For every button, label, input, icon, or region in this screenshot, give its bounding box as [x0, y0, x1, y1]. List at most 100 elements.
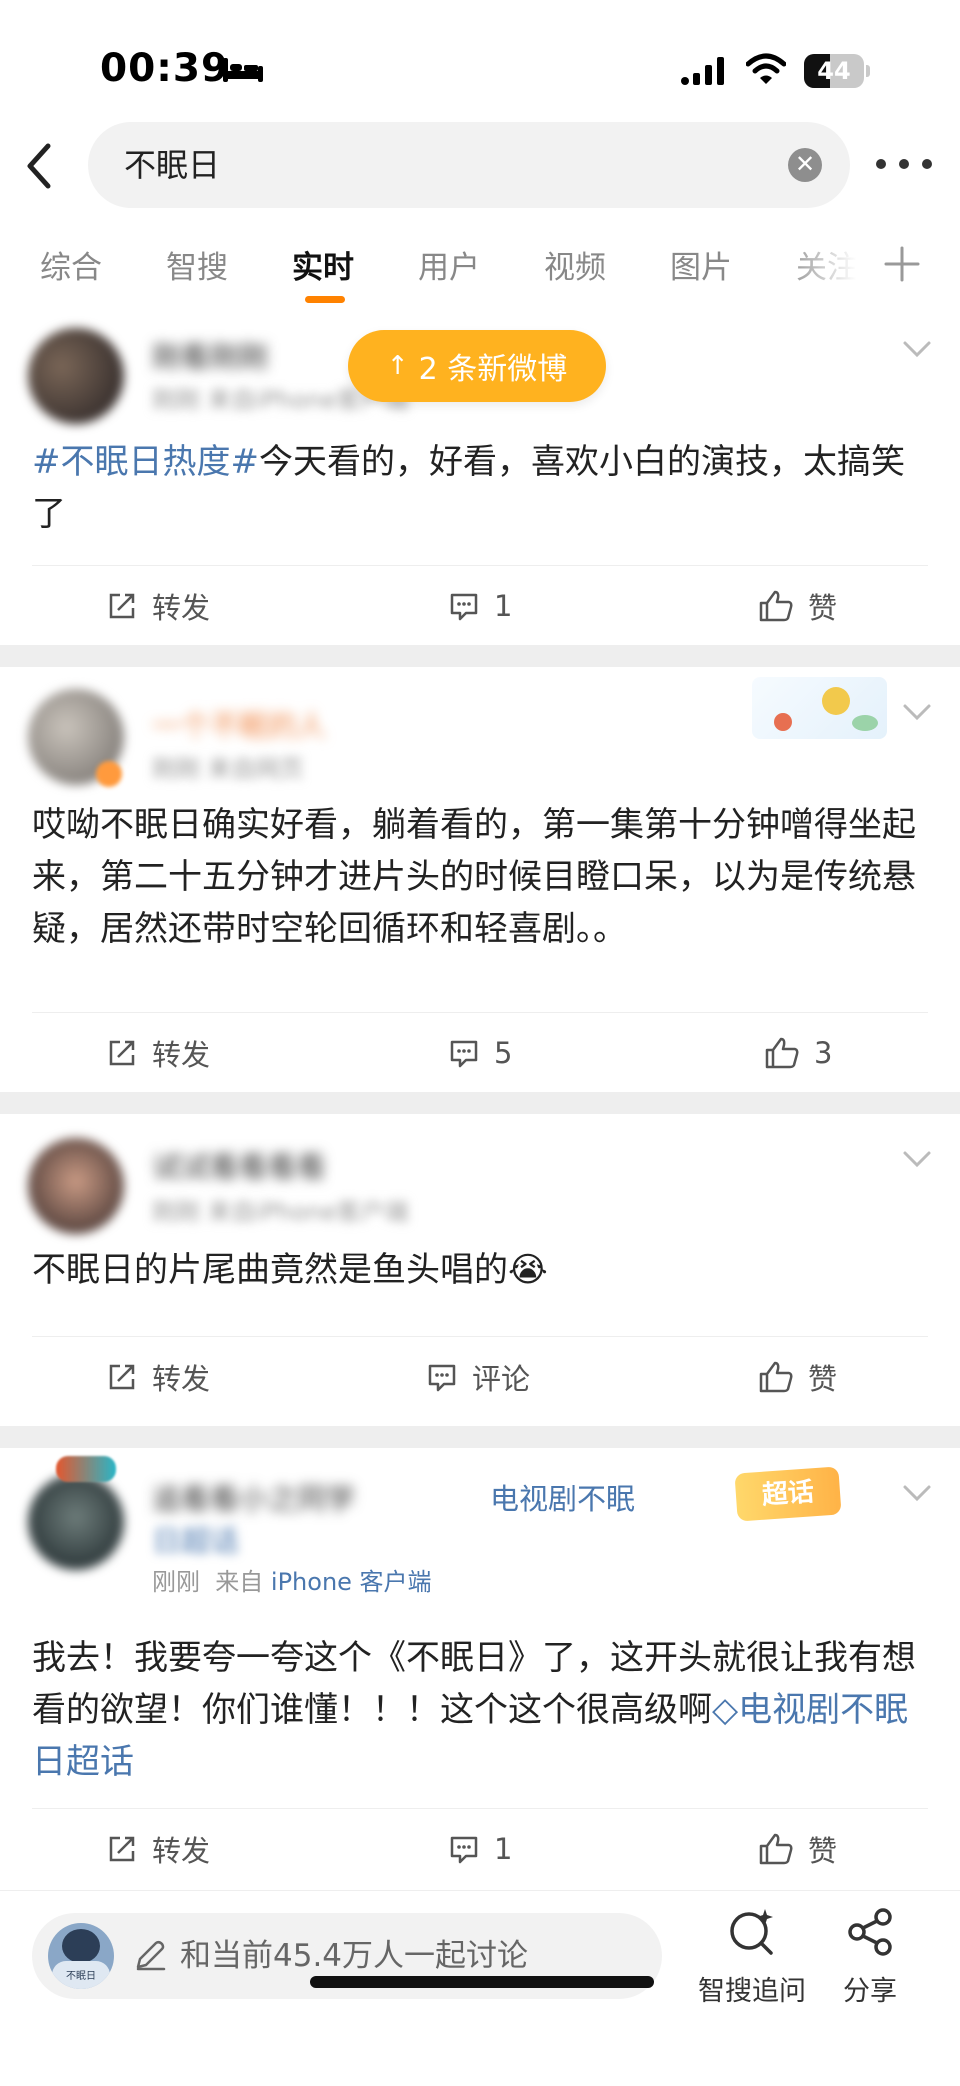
repost-button[interactable]: 转发 [106, 1337, 210, 1417]
repost-label: 转发 [152, 1038, 211, 1072]
avatar[interactable] [28, 1138, 124, 1234]
comment-count: 1 [494, 1832, 513, 1866]
card-decoration-image [752, 677, 887, 739]
pencil-icon [136, 1940, 166, 1971]
post-actions-row: 转发 评论 赞 [0, 1336, 960, 1426]
repost-button[interactable]: 转发 [106, 1013, 210, 1093]
tab-images[interactable]: 图片 [670, 242, 732, 287]
bed-icon [223, 58, 263, 82]
repost-icon [109, 1836, 135, 1862]
post-actions: 转发 1 赞 [32, 565, 928, 645]
hashtag-link[interactable]: #不眠日热度# [32, 442, 259, 482]
like-count: 赞 [808, 1834, 838, 1868]
status-time: 00:39 [100, 46, 230, 91]
repost-label: 转发 [152, 1362, 211, 1396]
thumbs-up-icon [759, 590, 793, 622]
smart-search-icon [730, 1909, 773, 1955]
search-query: 不眠日 [124, 146, 221, 184]
thumbs-up-icon [759, 1361, 793, 1393]
repost-label: 转发 [152, 1834, 211, 1868]
like-button[interactable]: 赞 [758, 1809, 837, 1889]
post-username[interactable]: 追看看小之同学 [152, 1476, 355, 1518]
feed: 刚看刚刚 刚刚 来自iPhone客户端 #不眠日热度#今天看的，好看，喜欢小白的… [0, 310, 960, 1888]
status-bar: 00:39 44 [0, 0, 960, 120]
post-meta: 刚刚 来自iPhone客户端 [152, 1198, 409, 1226]
post-actions: 转发 评论 赞 [32, 1336, 928, 1416]
clear-icon[interactable]: ✕ [788, 148, 822, 182]
comment-button[interactable]: 1 [448, 566, 512, 646]
repost-button[interactable]: 转发 [106, 1809, 210, 1889]
chevron-down-icon[interactable] [902, 1150, 932, 1168]
supertopic-source-suffix: 日超话 [152, 1524, 240, 1558]
thumbs-up-icon [765, 1037, 799, 1069]
thumbs-up-icon [759, 1833, 793, 1865]
share-icon [848, 1908, 892, 1956]
comment-icon [450, 593, 478, 621]
avatar-frame-decoration [56, 1456, 116, 1482]
home-indicator[interactable] [310, 1976, 654, 1988]
post-card[interactable]: 追看看小之同学 电视剧不眠 日超话 超话 刚刚 来自 iPhone 客户端 我去… [0, 1448, 960, 1888]
supertopic-badge[interactable]: 超话 [734, 1466, 842, 1522]
signal-icon [681, 57, 724, 85]
avatar[interactable] [28, 1474, 124, 1570]
share-button[interactable]: 分享 [810, 1905, 930, 2008]
like-button[interactable]: 赞 [758, 566, 837, 646]
share-label: 分享 [843, 1976, 897, 2007]
search-tabs: 综合 智搜 实时 用户 视频 图片 关注 [0, 232, 960, 308]
comment-button[interactable]: 评论 [426, 1337, 530, 1417]
tab-smart-search[interactable]: 智搜 [166, 242, 228, 287]
smart-search-button[interactable]: 智搜追问 [692, 1905, 812, 2008]
comment-count: 1 [494, 589, 513, 623]
repost-icon [109, 593, 135, 619]
new-weibo-notice[interactable]: ↑ 2 条新微博 [348, 330, 606, 402]
tab-comprehensive[interactable]: 综合 [40, 242, 102, 287]
more-options-icon[interactable] [876, 144, 932, 184]
post-meta: 刚刚 来自 iPhone 客户端 [152, 1568, 432, 1596]
smart-search-label: 智搜追问 [698, 1976, 806, 2007]
topic-avatar: 不眠日 [48, 1923, 114, 1989]
repost-icon [109, 1364, 135, 1390]
post-username[interactable]: 刚看刚刚 [152, 334, 268, 376]
comment-label: 评论 [472, 1362, 531, 1396]
verified-badge-icon [96, 761, 122, 787]
like-count: 赞 [808, 591, 838, 625]
like-count: 3 [814, 1036, 833, 1070]
post-actions: 转发 5 3 [32, 1012, 928, 1092]
chevron-down-icon[interactable] [902, 703, 932, 721]
chevron-down-icon[interactable] [902, 340, 932, 358]
post-actions: 转发 1 赞 [32, 1808, 928, 1888]
like-button[interactable]: 3 [764, 1013, 832, 1093]
wifi-icon [746, 53, 786, 84]
post-meta: 刚刚 来自网页 [152, 755, 304, 783]
supertopic-source[interactable]: 电视剧不眠 [490, 1476, 635, 1518]
post-content: 我去！我要夸一夸这个《不眠日》了，这开头就很让我有想看的欲望！你们谁懂！！！这个… [32, 1638, 916, 1782]
repost-icon [109, 1040, 135, 1066]
bottom-bar: 不眠日 和当前45.4万人一起讨论 智搜追问 分享 [0, 1890, 960, 2086]
search-input[interactable]: 不眠日 ✕ [88, 122, 850, 208]
post-content: #不眠日热度#今天看的，好看，喜欢小白的演技，太搞笑了 [32, 442, 905, 534]
like-button[interactable]: 赞 [758, 1337, 837, 1417]
repost-label: 转发 [152, 591, 211, 625]
battery-level: 44 [817, 57, 851, 85]
comment-button[interactable]: 1 [448, 1809, 512, 1889]
add-tab-icon[interactable] [882, 244, 922, 284]
repost-button[interactable]: 转发 [106, 566, 210, 646]
post-card[interactable]: 一个不眠的人 刚刚 来自网页 哎呦不眠日确实好看，躺着看的，第一集第十分钟噌得坐… [0, 667, 960, 1092]
post-content: 不眠日的片尾曲竟然是鱼头唱的😭 [32, 1250, 548, 1290]
tab-users[interactable]: 用户 [418, 242, 480, 287]
tab-realtime[interactable]: 实时 [292, 242, 354, 287]
new-weibo-label: 2 条新微博 [418, 352, 568, 387]
tab-videos[interactable]: 视频 [544, 242, 606, 287]
chevron-down-icon[interactable] [902, 1484, 932, 1502]
post-card[interactable]: 试试看看看看 刚刚 来自iPhone客户端 不眠日的片尾曲竟然是鱼头唱的😭 [0, 1114, 960, 1336]
up-arrow-icon: ↑ [386, 351, 409, 381]
comment-icon [450, 1836, 478, 1864]
post-username[interactable]: 试试看看看看 [152, 1144, 326, 1186]
battery-icon: 44 [804, 54, 870, 88]
avatar[interactable] [28, 328, 124, 424]
active-tab-indicator [305, 296, 345, 303]
post-username[interactable]: 一个不眠的人 [152, 703, 326, 745]
back-arrow-icon[interactable] [18, 140, 64, 192]
comment-icon [450, 1040, 478, 1068]
comment-button[interactable]: 5 [448, 1013, 512, 1093]
